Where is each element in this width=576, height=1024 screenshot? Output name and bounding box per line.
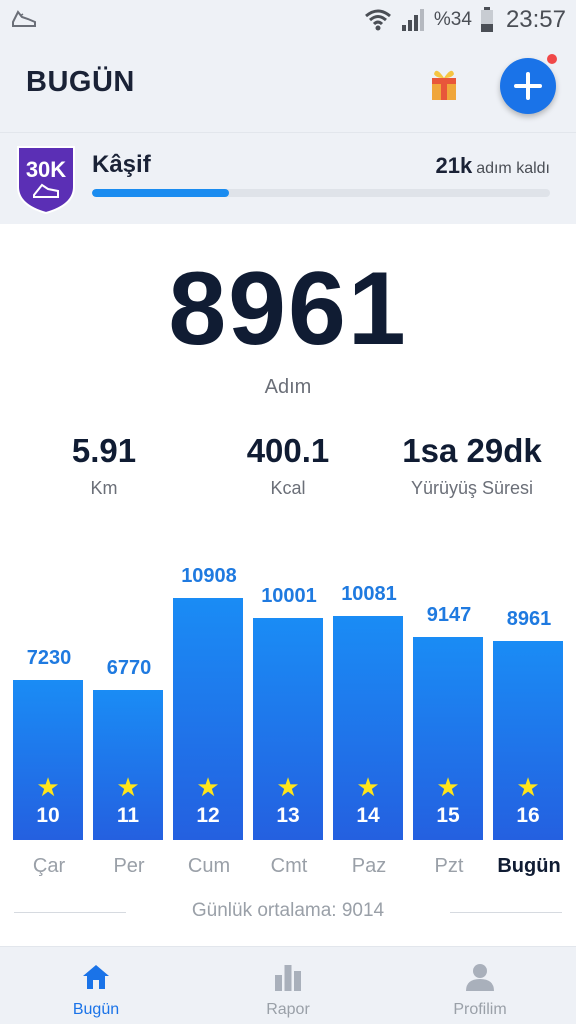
gift-icon[interactable] — [430, 64, 458, 102]
bar-star-number: 14 — [356, 804, 380, 827]
bar-star-number: 16 — [516, 804, 540, 827]
goal-remaining: 21k adım kaldı — [435, 153, 550, 179]
stat-calories: 400.1 Kcal — [192, 432, 384, 499]
bar-column[interactable]: 10908 ★ 12 Cum — [173, 565, 245, 880]
bar-column[interactable]: 6770 ★ 11 Per — [93, 657, 165, 880]
bar-column[interactable]: 10081 ★ 14 Paz — [333, 583, 405, 880]
step-label: Adım — [264, 376, 312, 398]
status-icons: %34 23:57 — [364, 0, 566, 40]
stat-value: 400.1 — [246, 432, 330, 469]
bar-star-number: 13 — [276, 804, 300, 827]
bar-column[interactable]: 7230 ★ 10 Çar — [13, 647, 85, 880]
nav-item-today[interactable]: Bugün — [0, 947, 192, 1024]
goal-badge-shield-icon: 30K — [17, 146, 75, 215]
battery-icon — [480, 7, 493, 32]
star-icon: ★ — [116, 772, 140, 802]
nav-label: Profilim — [453, 1001, 507, 1018]
day-label: Per — [113, 855, 145, 877]
bar-value-label: 7230 — [26, 647, 72, 669]
app-header: BUGÜN — [0, 40, 576, 132]
stat-label: Yürüyüş Süresi — [410, 478, 534, 498]
nav-item-profile[interactable]: Profilim — [384, 947, 576, 1024]
wifi-icon — [364, 9, 391, 31]
goal-progress-bar — [92, 189, 550, 197]
day-label: Paz — [351, 855, 387, 877]
bar-star-number: 11 — [116, 804, 140, 827]
bar-column[interactable]: 8961 ★ 16 Bugün — [493, 608, 565, 880]
home-icon — [83, 965, 109, 989]
star-icon: ★ — [356, 772, 380, 802]
notification-dot — [545, 52, 559, 66]
stat-value: 5.91 — [71, 432, 137, 469]
status-bar: %34 23:57 — [0, 0, 576, 40]
nav-label: Bugün — [72, 1001, 120, 1018]
bar-value-label: 10001 — [261, 585, 317, 607]
goal-card[interactable]: 30K Kâşif 21k adım kaldı — [0, 132, 576, 224]
weekly-steps-chart[interactable]: 7230 ★ 10 Çar 6770 ★ 11 Per 10908 ★ 12 Cum 10001 ★ 13 C… — [0, 540, 576, 880]
bar-column[interactable]: 9147 ★ 15 Pzt — [413, 604, 485, 880]
goal-remaining-count: 21k — [435, 153, 473, 178]
bar-star-number: 15 — [436, 804, 460, 827]
goal-badge-text: 30K — [26, 157, 66, 182]
nav-label: Rapor — [266, 1001, 310, 1018]
bar-star-number: 12 — [196, 804, 220, 827]
day-label: Bugün — [497, 855, 561, 877]
clock: 23:57 — [505, 6, 566, 33]
star-icon: ★ — [276, 772, 300, 802]
bar-chart-icon — [275, 965, 301, 991]
daily-average: Günlük ortalama: 9014 — [191, 900, 385, 921]
plus-icon — [514, 72, 542, 100]
page-title: BUGÜN — [26, 66, 135, 98]
battery-percentage: %34 — [433, 9, 472, 30]
bar-star-number: 10 — [36, 804, 60, 827]
day-label: Pzt — [434, 855, 464, 877]
day-label: Cum — [187, 855, 231, 877]
bottom-nav: Bugün Rapor Profilim — [0, 946, 576, 1024]
stat-label: Kcal — [270, 478, 306, 498]
goal-progress-fill — [92, 189, 230, 197]
nav-item-report[interactable]: Rapor — [192, 947, 384, 1024]
day-label: Çar — [32, 855, 66, 877]
bar-value-label: 9147 — [426, 604, 472, 626]
person-icon — [466, 964, 494, 991]
step-count: 8961 — [168, 251, 408, 367]
stat-label: Km — [90, 478, 118, 498]
bar-value-label: 8961 — [506, 608, 552, 630]
day-label: Cmt — [270, 855, 308, 877]
star-icon: ★ — [516, 772, 540, 802]
bar-value-label: 10081 — [341, 583, 397, 605]
signal-icon — [401, 9, 424, 31]
bar-value-label: 6770 — [106, 657, 152, 679]
star-icon: ★ — [196, 772, 220, 802]
add-button[interactable] — [500, 58, 556, 114]
goal-name: Kâşif — [92, 151, 151, 178]
star-icon: ★ — [36, 772, 60, 802]
goal-remaining-label: adım kaldı — [476, 160, 550, 177]
shoe-icon — [12, 10, 36, 27]
bar-value-label: 10908 — [181, 565, 237, 587]
star-icon: ★ — [436, 772, 460, 802]
stat-walk-duration: 1sa 29dk Yürüyüş Süresi — [376, 432, 568, 499]
stat-distance: 5.91 Km — [8, 432, 200, 499]
daily-average-row: Günlük ortalama: 9014 — [0, 898, 576, 928]
bar-column[interactable]: 10001 ★ 13 Cmt — [253, 585, 325, 880]
stat-value: 1sa 29dk — [402, 432, 542, 469]
